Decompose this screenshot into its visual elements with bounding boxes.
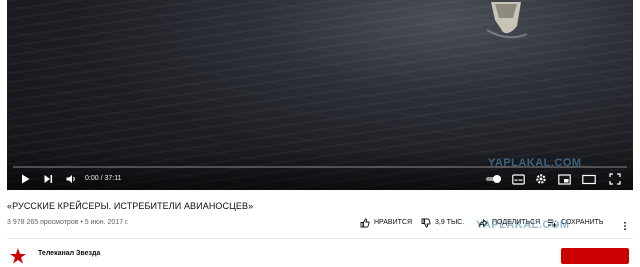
- subtitles-button[interactable]: [512, 172, 525, 186]
- fullscreen-button[interactable]: [609, 172, 621, 186]
- miniplayer-icon: [558, 173, 571, 185]
- like-label: НРАВИТСЯ: [374, 219, 413, 226]
- theater-button[interactable]: [582, 172, 596, 186]
- boat-image: [486, 2, 528, 39]
- autoplay-toggle[interactable]: [485, 172, 503, 186]
- channel-name[interactable]: Телеканал Звезда: [38, 249, 100, 258]
- star-logo-icon: [10, 248, 26, 264]
- watermark-text: YAPLAKAL.COM: [476, 219, 570, 231]
- miniplayer-button[interactable]: [558, 172, 571, 186]
- thumbs-up-icon: [360, 218, 370, 228]
- video-meta: 3 978 265 просмотров • 5 июн. 2017 г.: [7, 219, 129, 226]
- video-title: «РУССКИЕ КРЕЙСЕРЫ. ИСТРЕБИТЕЛИ АВИАНОСЦЕ…: [7, 201, 254, 211]
- subtitles-icon: [512, 173, 525, 185]
- play-icon: [22, 174, 30, 184]
- mute-button[interactable]: [65, 172, 77, 186]
- time-display: 0:00 / 37:11: [85, 175, 122, 182]
- like-button[interactable]: НРАВИТСЯ: [360, 218, 412, 228]
- volume-icon: [66, 175, 75, 183]
- next-icon: [44, 175, 53, 183]
- play-button[interactable]: [19, 172, 31, 186]
- channel-avatar[interactable]: [7, 245, 29, 267]
- more-actions-button[interactable]: [620, 218, 630, 236]
- theater-icon: [582, 174, 596, 184]
- dislike-button[interactable]: 3,9 ТЫС.: [421, 218, 464, 228]
- more-icon: [624, 221, 626, 231]
- progress-bar[interactable]: [13, 166, 627, 168]
- gear-icon: [536, 174, 546, 184]
- fullscreen-icon: [609, 173, 621, 185]
- next-button[interactable]: [42, 172, 54, 186]
- divider: [7, 238, 633, 239]
- autoplay-toggle-icon: [486, 175, 501, 183]
- subscribe-button[interactable]: [561, 248, 629, 264]
- thumbs-down-icon: [421, 218, 431, 228]
- dislike-count: 3,9 ТЫС.: [435, 219, 465, 226]
- settings-button[interactable]: [535, 172, 547, 186]
- video-player[interactable]: YAPLAKAL.COM 0:00 / 37:11: [7, 0, 633, 190]
